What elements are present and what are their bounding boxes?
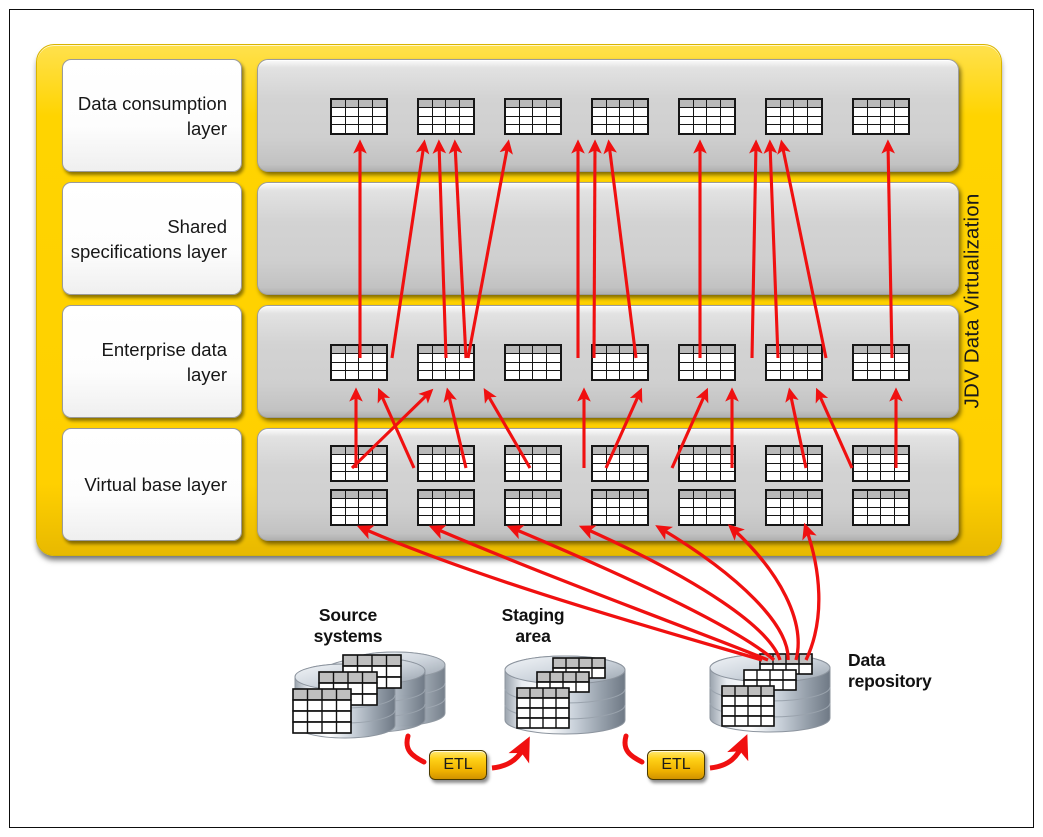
etl-process-1[interactable]: ETL bbox=[429, 750, 487, 780]
layer-label-text: Virtual base layer bbox=[84, 474, 227, 495]
table-icon[interactable] bbox=[504, 98, 562, 135]
table-icon[interactable] bbox=[330, 98, 388, 135]
table-icon[interactable] bbox=[678, 344, 736, 381]
table-icon[interactable] bbox=[852, 98, 910, 135]
table-icon[interactable] bbox=[765, 445, 823, 482]
source-systems-cylinder-group[interactable] bbox=[285, 645, 485, 745]
table-icon[interactable] bbox=[591, 344, 649, 381]
table-icon-row bbox=[258, 98, 958, 135]
table-icon[interactable] bbox=[852, 489, 910, 526]
store-label-source-systems: Source systems bbox=[313, 605, 383, 646]
layer-label-text: Shared specifications layer bbox=[70, 215, 227, 262]
table-icon[interactable] bbox=[765, 344, 823, 381]
jdv-container: JDV Data Virtualization Data consumption… bbox=[36, 44, 1002, 556]
store-label-staging-area: Staging area bbox=[501, 605, 565, 646]
table-icon-row bbox=[258, 489, 958, 526]
table-icon[interactable] bbox=[330, 489, 388, 526]
etl-label: ETL bbox=[443, 756, 473, 773]
table-icon[interactable] bbox=[852, 344, 910, 381]
layer-panel-shared-specifications bbox=[257, 182, 959, 295]
layer-label-data-consumption[interactable]: Data consumption layer bbox=[62, 59, 242, 172]
store-label-data-repository: Data repository bbox=[848, 650, 932, 691]
layer-label-virtual-base[interactable]: Virtual base layer bbox=[62, 428, 242, 541]
layer-panel-enterprise-data bbox=[257, 305, 959, 418]
layer-label-text: Data consumption layer bbox=[77, 92, 227, 139]
table-icon[interactable] bbox=[504, 344, 562, 381]
layer-panel-virtual-base bbox=[257, 428, 959, 541]
table-icon[interactable] bbox=[591, 98, 649, 135]
table-icon[interactable] bbox=[504, 445, 562, 482]
table-icon[interactable] bbox=[765, 489, 823, 526]
table-icon-row bbox=[258, 445, 958, 482]
layer-label-text: Enterprise data layer bbox=[101, 338, 227, 385]
table-icon[interactable] bbox=[417, 98, 475, 135]
layer-panel-data-consumption bbox=[257, 59, 959, 172]
table-icon[interactable] bbox=[504, 489, 562, 526]
table-icon[interactable] bbox=[330, 344, 388, 381]
table-icon[interactable] bbox=[591, 445, 649, 482]
layer-label-enterprise-data[interactable]: Enterprise data layer bbox=[62, 305, 242, 418]
table-icon[interactable] bbox=[678, 489, 736, 526]
diagram-canvas: JDV Data Virtualization Data consumption… bbox=[0, 0, 1043, 837]
table-icon-row bbox=[258, 344, 958, 381]
table-icon[interactable] bbox=[417, 445, 475, 482]
layer-label-shared-specifications[interactable]: Shared specifications layer bbox=[62, 182, 242, 295]
etl-label: ETL bbox=[661, 756, 691, 773]
table-icon[interactable] bbox=[852, 445, 910, 482]
table-icon[interactable] bbox=[417, 344, 475, 381]
staging-area-cylinder[interactable] bbox=[495, 650, 645, 745]
table-icon[interactable] bbox=[765, 98, 823, 135]
table-icon[interactable] bbox=[678, 445, 736, 482]
data-repository-cylinder[interactable] bbox=[700, 648, 850, 743]
jdv-container-label-text: JDV Data Virtualization bbox=[960, 193, 984, 409]
etl-process-2[interactable]: ETL bbox=[647, 750, 705, 780]
table-icon[interactable] bbox=[678, 98, 736, 135]
table-icon[interactable] bbox=[591, 489, 649, 526]
table-icon[interactable] bbox=[417, 489, 475, 526]
table-icon[interactable] bbox=[330, 445, 388, 482]
